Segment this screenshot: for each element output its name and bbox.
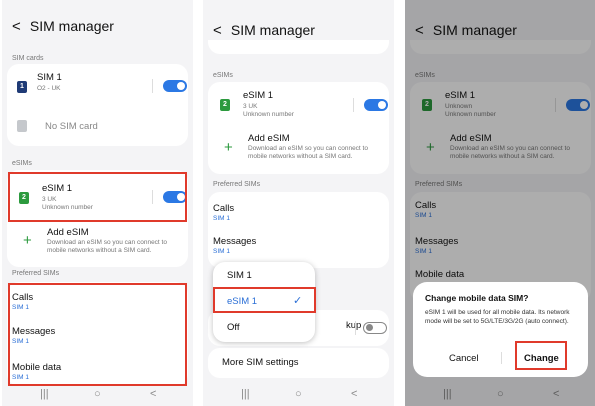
sim1-name: SIM 1 (37, 72, 62, 83)
add-esim-row[interactable]: + Add eSIM Download an eSIM so you can c… (208, 130, 389, 174)
divider (353, 98, 354, 112)
back-icon[interactable]: < (213, 22, 227, 39)
divider (501, 352, 502, 364)
recent-apps-icon[interactable]: ||| (241, 388, 250, 400)
more-settings-card[interactable]: More SIM settings (208, 348, 389, 378)
calls-value: SIM 1 (213, 215, 230, 222)
home-icon[interactable]: ○ (295, 388, 302, 400)
sim-cards-card-tail (208, 40, 389, 54)
preferred-card: Calls SIM 1 Messages SIM 1 (208, 192, 389, 268)
option-off[interactable]: Off (213, 314, 315, 340)
back-nav-icon[interactable]: < (150, 388, 156, 400)
option-sim1[interactable]: SIM 1 (213, 262, 315, 288)
back-nav-icon[interactable]: < (351, 388, 357, 400)
add-esim-desc: Download an eSIM so you can connect to m… (47, 239, 167, 254)
sim1-toggle[interactable] (163, 80, 187, 92)
sim1-carrier: O2 - UK (37, 85, 61, 92)
divider (355, 321, 356, 335)
esim1-toggle[interactable] (364, 99, 388, 111)
more-settings-label: More SIM settings (222, 357, 299, 368)
sim-cards-card: 1 SIM 1 O2 - UK No SIM card (7, 64, 188, 146)
esim1-number: Unknown number (243, 111, 294, 118)
option-label: Off (227, 322, 240, 333)
option-label: SIM 1 (227, 270, 252, 281)
divider (152, 79, 153, 93)
calls-label: Calls (213, 203, 235, 214)
home-icon[interactable]: ○ (94, 388, 101, 400)
add-esim-title: Add eSIM (248, 133, 290, 144)
highlight-esim1-option (213, 287, 316, 313)
add-esim-desc: Download an eSIM so you can connect to m… (248, 145, 368, 160)
page-title: SIM manager (230, 22, 315, 38)
panel-preferred-dropdown: < SIM manager eSIMs 2 eSIM 1 3 UK Unknow… (203, 0, 394, 406)
sim-card-icon: 1 (17, 81, 27, 93)
back-icon[interactable]: < (12, 18, 26, 35)
sim-empty-icon (17, 120, 27, 132)
backup-toggle[interactable] (363, 322, 387, 334)
highlight-esim1 (8, 172, 187, 222)
esim1-carrier: 3 UK (243, 103, 258, 110)
section-esims: eSIMs (12, 160, 32, 167)
nav-bar: ||| ○ < (2, 384, 193, 406)
add-esim-title: Add eSIM (47, 227, 89, 238)
messages-label: Messages (213, 236, 257, 247)
panel-sim-list: < SIM manager SIM cards 1 SIM 1 O2 - UK … (2, 0, 193, 406)
highlight-change-button (515, 341, 567, 370)
plus-icon: + (224, 139, 233, 156)
nav-bar: ||| ○ < (203, 384, 394, 406)
esim1-row[interactable]: 2 eSIM 1 3 UK Unknown number (208, 82, 389, 128)
esim1-name: eSIM 1 (243, 90, 274, 101)
no-sim-row: No SIM card (7, 108, 188, 146)
panel-change-dialog: < SIM manager eSIMs 2 eSIM 1 Unknown Unk… (405, 0, 595, 406)
no-sim-label: No SIM card (45, 121, 98, 132)
recent-apps-icon[interactable]: ||| (40, 388, 49, 400)
add-esim-row[interactable]: + Add eSIM Download an eSIM so you can c… (7, 222, 188, 266)
section-sim-cards: SIM cards (12, 55, 44, 62)
messages-value: SIM 1 (213, 248, 230, 255)
backup-label-partial: kup (346, 320, 362, 331)
section-preferred: Preferred SIMs (213, 181, 261, 188)
esim-icon: 2 (220, 99, 230, 111)
section-esims: eSIMs (213, 72, 233, 79)
esims-card: 2 eSIM 1 3 UK Unknown number + Add eSIM … (208, 82, 389, 174)
highlight-preferred (8, 283, 187, 386)
calls-row[interactable]: Calls SIM 1 (208, 192, 389, 228)
cancel-button[interactable]: Cancel (449, 353, 479, 364)
plus-icon: + (23, 232, 32, 249)
page-title: SIM manager (29, 18, 114, 34)
dialog-body: eSIM 1 will be used for all mobile data.… (425, 309, 570, 325)
dialog-title: Change mobile data SIM? (425, 293, 529, 303)
section-preferred: Preferred SIMs (12, 270, 60, 277)
header: < SIM manager (12, 18, 114, 35)
header: < SIM manager (213, 22, 315, 39)
sim1-row[interactable]: 1 SIM 1 O2 - UK (7, 64, 188, 108)
messages-row[interactable]: Messages SIM 1 (208, 228, 389, 264)
